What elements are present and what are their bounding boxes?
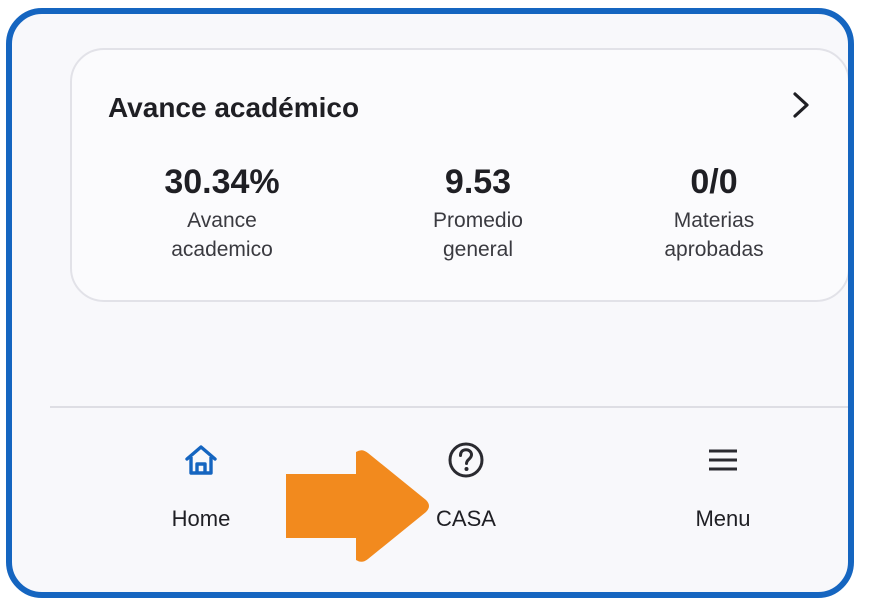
chevron-right-icon[interactable] (790, 90, 812, 120)
nav-label: Menu (695, 506, 751, 531)
menu-icon (709, 449, 737, 471)
nav-item-home[interactable]: Home (121, 440, 281, 560)
metric-value: 30.34% (164, 163, 280, 201)
home-icon (185, 445, 217, 475)
card-title: Avance académico (108, 92, 360, 123)
metric-value: 9.53 (444, 163, 512, 201)
help-circle-icon (448, 442, 484, 478)
academic-progress-card[interactable]: Avance académico 30.34% Avance academico… (70, 48, 848, 302)
phone-frame: Avance académico 30.34% Avance academico… (6, 8, 854, 598)
arrow-right-icon (286, 450, 429, 562)
metric-avance: 30.34% Avance academico (112, 162, 332, 264)
nav-divider (50, 406, 848, 408)
metric-materias: 0/0 Materias aprobadas (604, 162, 824, 264)
metric-label: Avance academico (171, 209, 273, 261)
metric-promedio: 9.53 Promedio general (368, 162, 588, 264)
nav-label: Home (171, 506, 231, 531)
metric-value: 0/0 (690, 163, 738, 201)
metric-label: Promedio general (433, 209, 523, 261)
metric-label: Materias aprobadas (664, 209, 764, 261)
nav-item-menu[interactable]: Menu (643, 440, 803, 560)
